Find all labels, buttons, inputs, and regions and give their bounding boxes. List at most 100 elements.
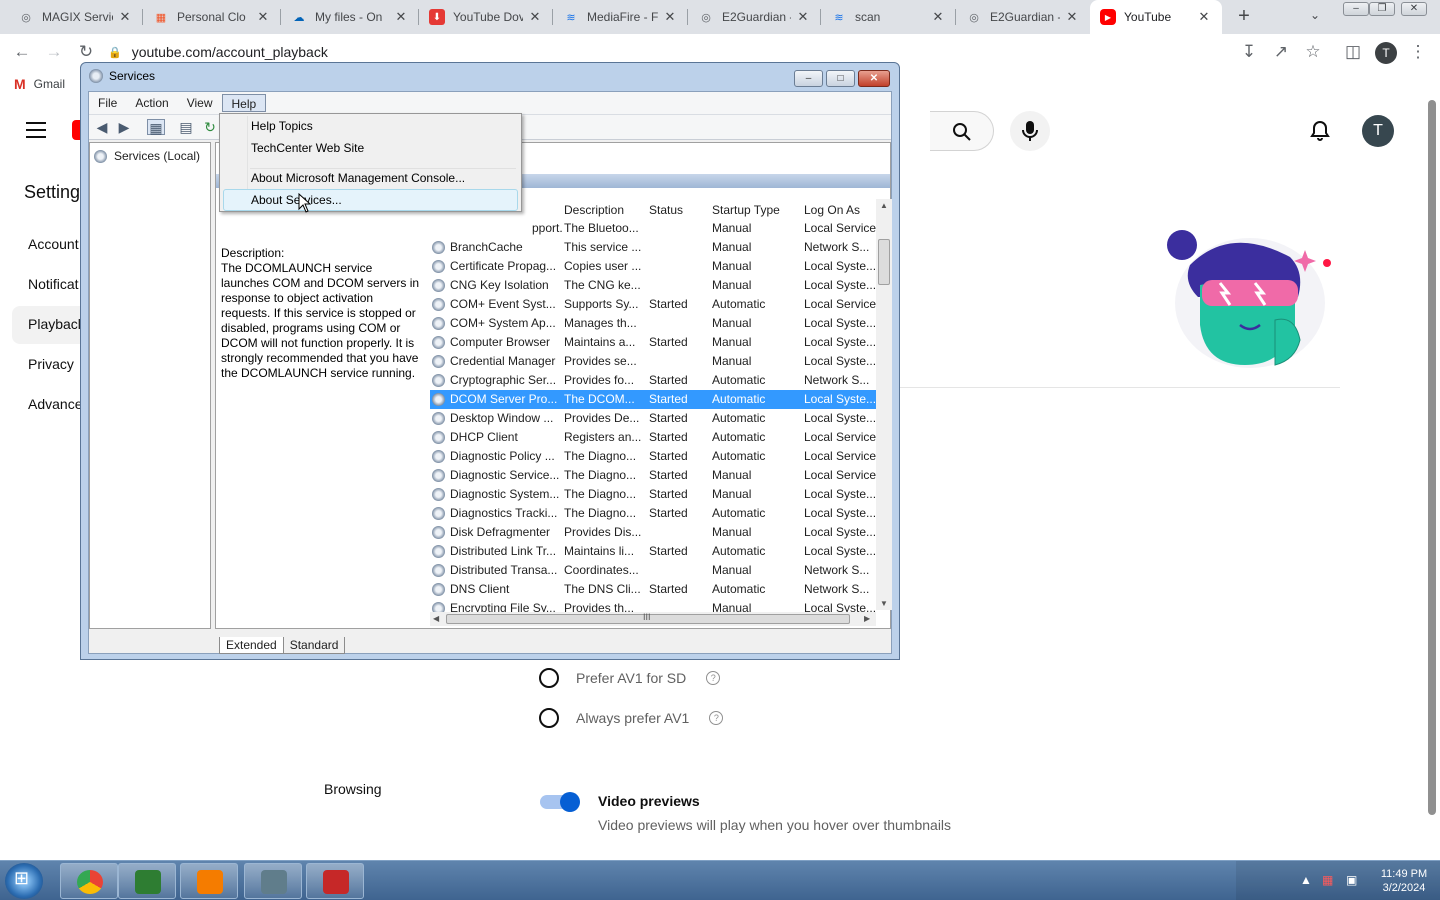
table-row[interactable]: pport...The Bluetoo... Manual Local Servic… — [430, 219, 876, 238]
nav-item-privacy[interactable]: Privacy — [28, 356, 74, 372]
menu-help[interactable]: Help — [221, 94, 267, 112]
option-always-prefer-av1[interactable]: Always prefer AV1 ? — [539, 708, 724, 728]
properties-icon[interactable]: ▤ — [177, 119, 195, 135]
tab-close-icon[interactable]: ✕ — [393, 9, 409, 25]
table-row[interactable]: COM+ Event Syst... Supports Sy... Started A… — [430, 295, 876, 314]
close-button[interactable]: ✕ — [858, 70, 890, 87]
menu-item-about-mmc[interactable]: About Microsoft Management Console... — [223, 167, 518, 189]
table-row[interactable]: Diagnostic System... The Diagno... Started… — [430, 485, 876, 504]
table-row[interactable]: DHCP Client Registers an... Started Automat… — [430, 428, 876, 447]
reload-icon[interactable]: ↻ — [76, 42, 96, 62]
browser-tab[interactable]: ◎ E2Guardian - ✕ — [688, 0, 821, 34]
nav-item-notifications[interactable]: Notificat — [28, 276, 79, 292]
account-avatar[interactable]: T — [1362, 115, 1394, 147]
close-button[interactable]: ✕ — [1401, 2, 1427, 16]
video-editor-app[interactable] — [118, 863, 176, 899]
scroll-down-arrow-icon[interactable]: ▼ — [880, 599, 888, 608]
tab-close-icon[interactable]: ✕ — [1064, 9, 1080, 25]
menu-item-help-topics[interactable]: Help Topics — [223, 115, 518, 137]
forward-arrow-icon[interactable]: ▶ — [115, 119, 133, 135]
menu-view[interactable]: View — [178, 94, 222, 112]
table-row[interactable]: Diagnostic Service... The Diagno... Starte… — [430, 466, 876, 485]
column-status[interactable]: Status — [649, 203, 683, 217]
table-row[interactable]: Distributed Link Tr... Maintains li... Sta… — [430, 542, 876, 561]
address-bar[interactable]: 🔒 youtube.com/account_playback — [108, 40, 328, 64]
tab-standard[interactable]: Standard — [282, 637, 346, 654]
table-row[interactable]: Diagnostic Policy ... The Diagno... Starte… — [430, 447, 876, 466]
vertical-scrollbar[interactable]: ▲ ▼ — [876, 199, 892, 610]
table-row[interactable]: Desktop Window ... Provides De... Started A… — [430, 409, 876, 428]
tab-close-icon[interactable]: ✕ — [662, 9, 678, 25]
show-hide-console-tree-icon[interactable]: ▦ — [147, 119, 165, 136]
tab-search-chevron-icon[interactable]: ⌄ — [1310, 8, 1320, 22]
show-hidden-icons-icon[interactable]: ▲ — [1300, 873, 1312, 887]
tab-close-icon[interactable]: ✕ — [255, 9, 271, 25]
forward-arrow-icon[interactable]: → — [44, 42, 64, 62]
table-row[interactable]: DCOM Server Pro... The DCOM... Started Auto… — [430, 390, 876, 409]
scroll-thumb[interactable] — [878, 239, 890, 285]
radio-button[interactable] — [539, 668, 559, 688]
start-button[interactable] — [5, 863, 43, 899]
table-row[interactable]: CNG Key Isolation The CNG ke... Manual Loca… — [430, 276, 876, 295]
tab-close-icon[interactable]: ✕ — [117, 9, 133, 25]
menu-file[interactable]: File — [89, 94, 126, 112]
bookmark-star-icon[interactable]: ☆ — [1303, 42, 1323, 62]
column-startup-type[interactable]: Startup Type — [712, 203, 780, 217]
browser-tab[interactable]: ≋ scan ✕ — [821, 0, 956, 34]
back-arrow-icon[interactable]: ◀ — [93, 119, 111, 135]
tab-close-icon[interactable]: ✕ — [1196, 9, 1212, 25]
browser-tab[interactable]: ◎ E2Guardian - ✕ — [956, 0, 1090, 34]
install-icon[interactable]: ↧ — [1239, 42, 1259, 62]
kebab-menu-icon[interactable]: ⋮ — [1408, 42, 1428, 62]
browser-tab[interactable]: ☁ My files - On ✕ — [281, 0, 419, 34]
scroll-left-arrow-icon[interactable]: ◀ — [433, 614, 439, 623]
menu-action[interactable]: Action — [126, 94, 177, 112]
media-player-app[interactable] — [180, 863, 238, 899]
search-button[interactable] — [930, 111, 994, 151]
menu-item-about-services[interactable]: About Services... — [223, 189, 518, 211]
nav-item-advanced[interactable]: Advance — [28, 396, 82, 412]
table-row[interactable]: Disk Defragmenter Provides Dis... Manual Lo… — [430, 523, 876, 542]
table-row[interactable]: DNS Client The DNS Cli... Started Automatic… — [430, 580, 876, 599]
radio-button[interactable] — [539, 708, 559, 728]
scroll-up-arrow-icon[interactable]: ▲ — [880, 201, 888, 210]
scroll-right-arrow-icon[interactable]: ▶ — [864, 614, 870, 623]
video-previews-toggle[interactable] — [540, 792, 580, 812]
column-log-on-as[interactable]: Log On As — [804, 203, 860, 217]
browser-tab[interactable]: ⬇ YouTube Dov ✕ — [419, 0, 553, 34]
restore-button[interactable]: ❐ — [1369, 2, 1395, 16]
table-row[interactable]: Credential Manager Provides se... Manual Lo… — [430, 352, 876, 371]
horizontal-scrollbar[interactable]: ◀ III ▶ — [430, 612, 876, 626]
table-row[interactable]: Certificate Propag... Copies user ... Manu… — [430, 257, 876, 276]
browser-tab[interactable]: ≋ MediaFire - F ✕ — [553, 0, 688, 34]
share-icon[interactable]: ↗ — [1271, 42, 1291, 62]
tab-close-icon[interactable]: ✕ — [527, 9, 543, 25]
minimize-button[interactable]: – — [794, 70, 823, 87]
tab-close-icon[interactable]: ✕ — [930, 9, 946, 25]
computer-management-app[interactable] — [244, 863, 302, 899]
chrome-app[interactable] — [60, 863, 118, 899]
side-panel-icon[interactable]: ◫ — [1343, 42, 1363, 62]
table-row[interactable]: COM+ System Ap... Manages th... Manual Loca… — [430, 314, 876, 333]
voice-search-button[interactable] — [1010, 111, 1050, 151]
tab-close-icon[interactable]: ✕ — [795, 9, 811, 25]
bookmark-gmail[interactable]: M Gmail — [14, 76, 65, 92]
maximize-button[interactable]: □ — [826, 70, 855, 87]
table-row[interactable]: BranchCache This service ... Manual Network… — [430, 238, 876, 257]
table-row[interactable]: Distributed Transa... Coordinates... Manua… — [430, 561, 876, 580]
tree-item-services-local[interactable]: Services (Local) — [94, 149, 200, 163]
refresh-icon[interactable]: ↻ — [201, 119, 219, 135]
new-tab-button[interactable]: + — [1232, 5, 1256, 29]
browser-tab[interactable]: ▶ YouTube ✕ — [1090, 0, 1222, 34]
nav-item-account[interactable]: Account — [28, 236, 79, 252]
profile-avatar[interactable]: T — [1375, 42, 1397, 64]
notifications-bell-icon[interactable] — [1308, 119, 1332, 146]
column-description[interactable]: Description — [564, 203, 624, 217]
browser-tab[interactable]: ▦ Personal Clo ✕ — [143, 0, 281, 34]
back-arrow-icon[interactable]: ← — [12, 42, 32, 62]
network-error-icon[interactable]: ▦ — [1322, 873, 1333, 887]
help-question-icon[interactable]: ? — [709, 711, 724, 725]
menu-item-techcenter[interactable]: TechCenter Web Site — [223, 137, 518, 159]
table-row[interactable]: Diagnostics Tracki... The Diagno... Starte… — [430, 504, 876, 523]
taskbar-clock[interactable]: 11:49 PM 3/2/2024 — [1374, 867, 1434, 895]
